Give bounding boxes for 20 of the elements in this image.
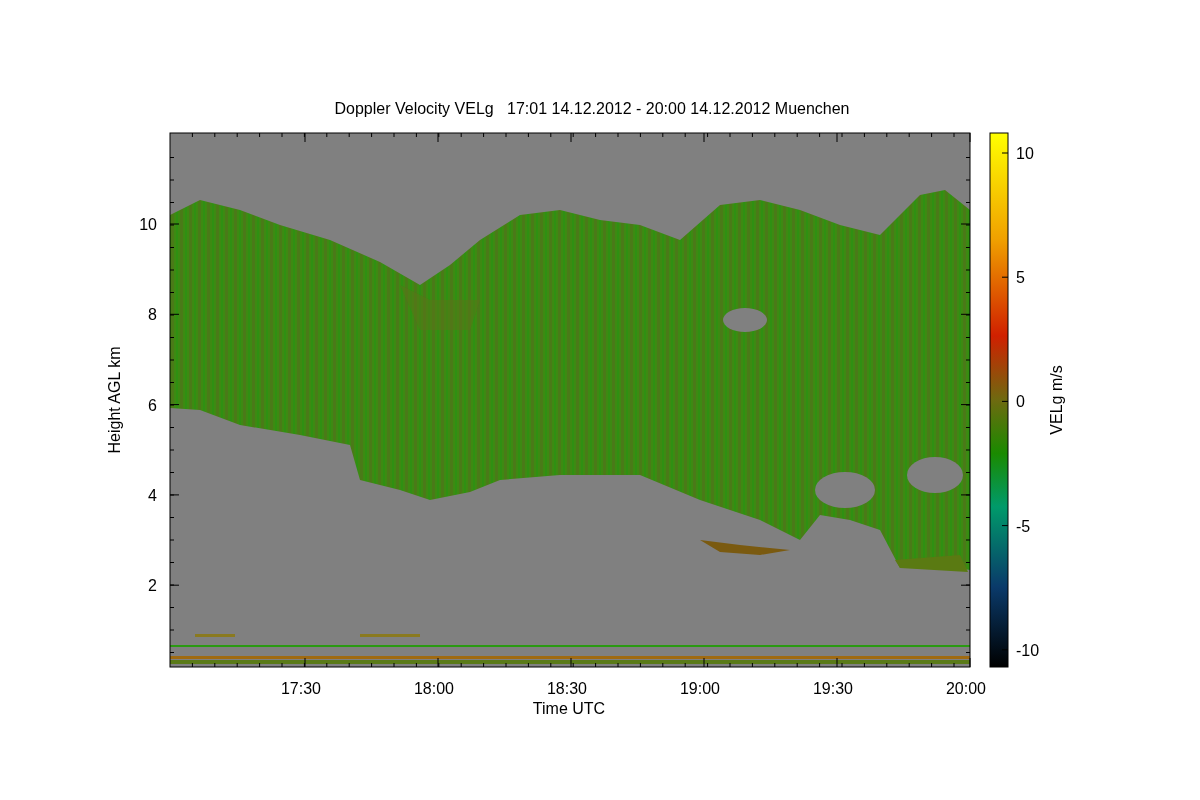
tick-label: -10 — [1016, 641, 1040, 659]
tick-label: 4 — [148, 486, 157, 504]
axis-label: VELg m/s — [1048, 365, 1065, 435]
tick-label: 18:00 — [414, 680, 454, 697]
tick-label: -5 — [1016, 517, 1031, 535]
tick-label: 0 — [1016, 393, 1025, 411]
tick-label: 6 — [148, 396, 157, 414]
tick-label: 20:00 — [946, 680, 986, 697]
tick-label: 2 — [148, 577, 157, 595]
tick-label: 8 — [148, 306, 157, 324]
tick-label: 5 — [1016, 269, 1025, 287]
tick-label: 18:30 — [547, 680, 587, 697]
tick-label: 17:30 — [281, 680, 321, 697]
axis-label: Height AGL km — [106, 346, 123, 454]
plot-title: Doppler Velocity VELg 17:01 14.12.2012 - 20:00 14.12.2012 Muenchen — [334, 100, 850, 117]
axis-label: Time UTC — [532, 700, 606, 717]
tick-label: 10 — [139, 216, 157, 233]
tick-label: 10 — [1016, 145, 1034, 162]
tick-label: 19:30 — [813, 680, 853, 697]
tick-label: 19:00 — [680, 680, 720, 697]
